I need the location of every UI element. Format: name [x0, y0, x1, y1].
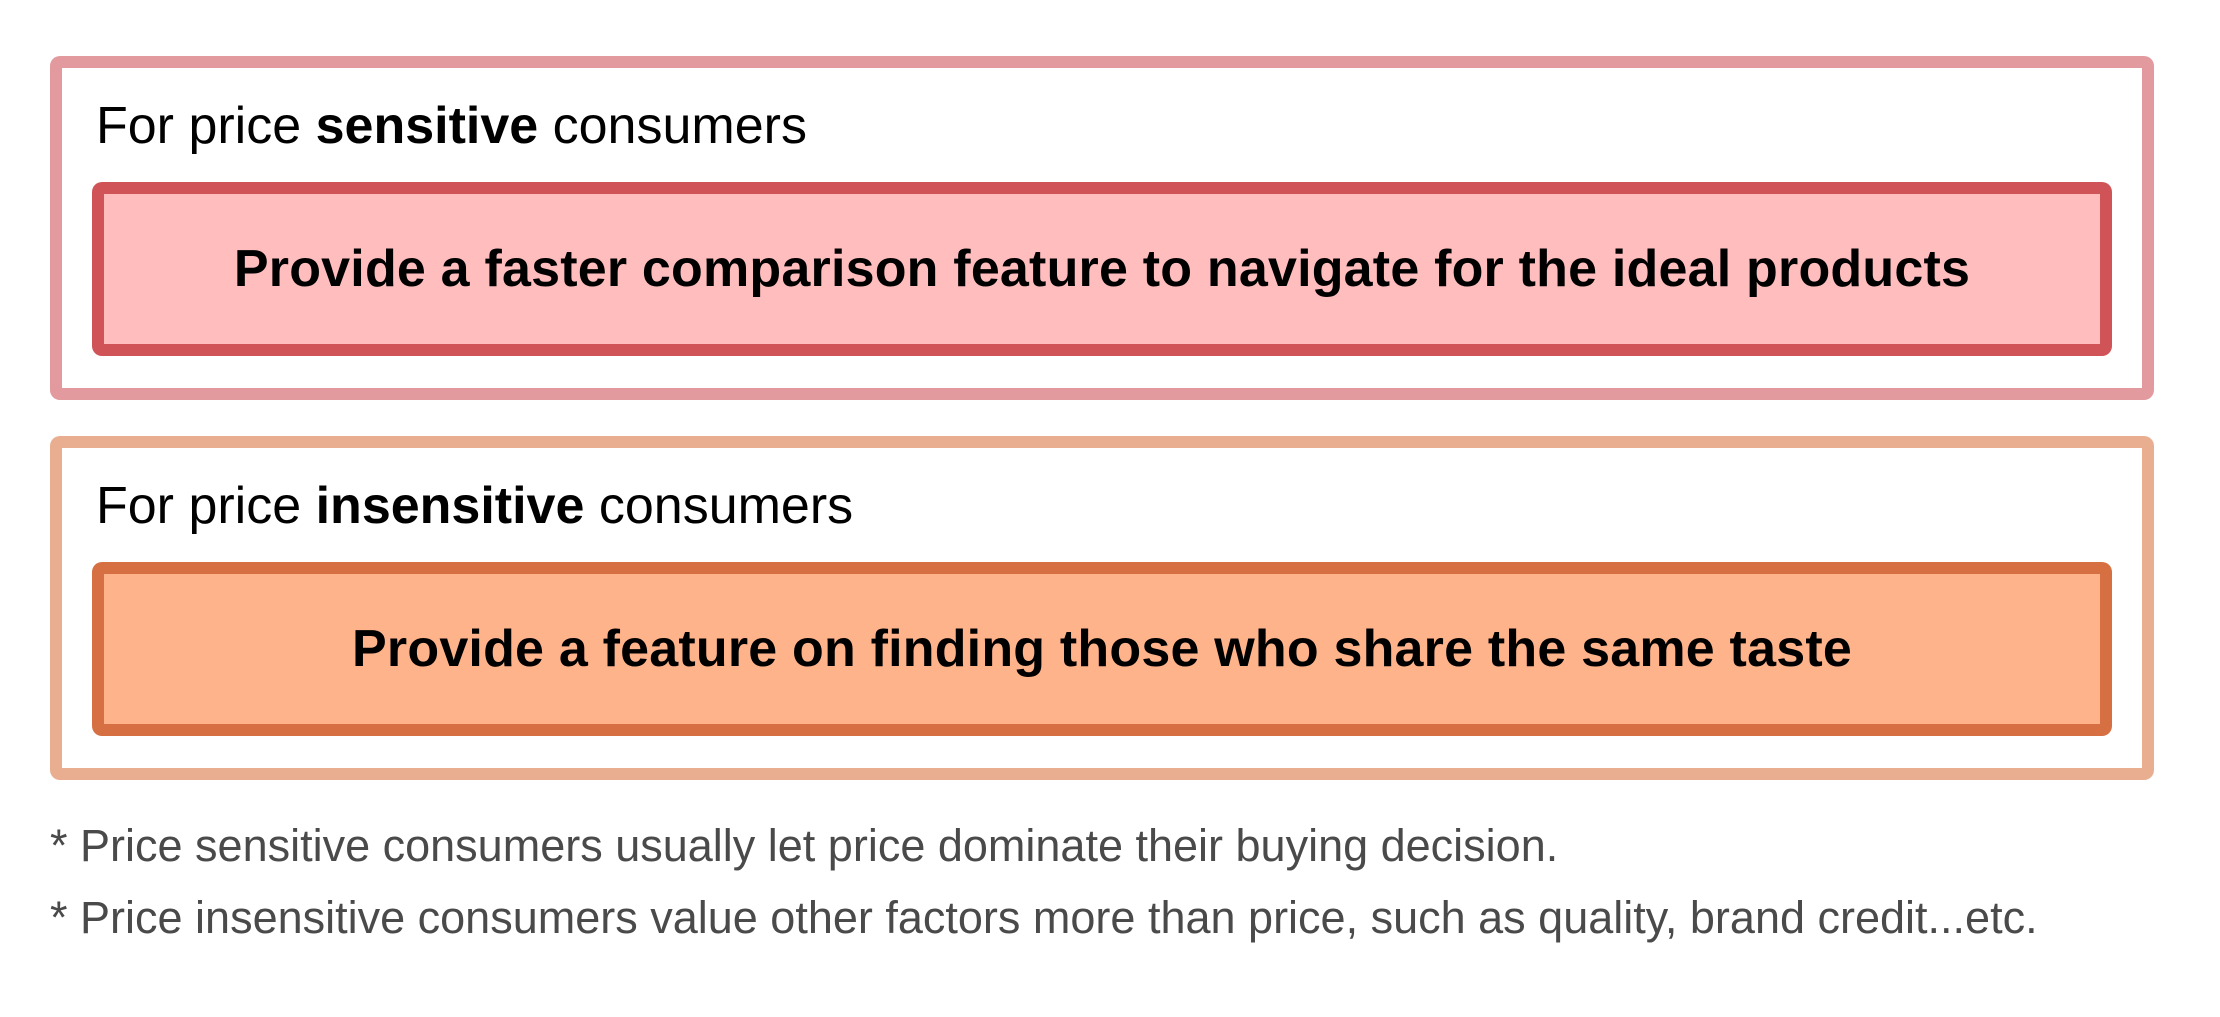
- heading-suffix: consumers: [584, 477, 854, 535]
- heading-emphasis: insensitive: [315, 477, 585, 535]
- price-sensitive-panel: For price sensitive consumers Provide a …: [50, 56, 2154, 400]
- heading-suffix: consumers: [538, 97, 807, 155]
- footnotes: * Price sensitive consumers usually let …: [50, 810, 2190, 954]
- price-sensitive-heading: For price sensitive consumers: [96, 94, 807, 158]
- price-sensitive-recommendation-text: Provide a faster comparison feature to n…: [233, 240, 1971, 298]
- price-insensitive-heading: For price insensitive consumers: [96, 474, 853, 538]
- footnote-price-sensitive: * Price sensitive consumers usually let …: [50, 820, 1559, 871]
- heading-prefix: For price: [96, 477, 316, 535]
- price-sensitive-recommendation-box: Provide a faster comparison feature to n…: [92, 182, 2112, 356]
- footnote-price-insensitive: * Price insensitive consumers value othe…: [50, 892, 2038, 943]
- heading-emphasis: sensitive: [315, 97, 539, 155]
- heading-prefix: For price: [96, 97, 316, 155]
- price-insensitive-recommendation-text: Provide a feature on finding those who s…: [352, 620, 1852, 678]
- price-insensitive-recommendation-box: Provide a feature on finding those who s…: [92, 562, 2112, 736]
- price-insensitive-panel: For price insensitive consumers Provide …: [50, 436, 2154, 780]
